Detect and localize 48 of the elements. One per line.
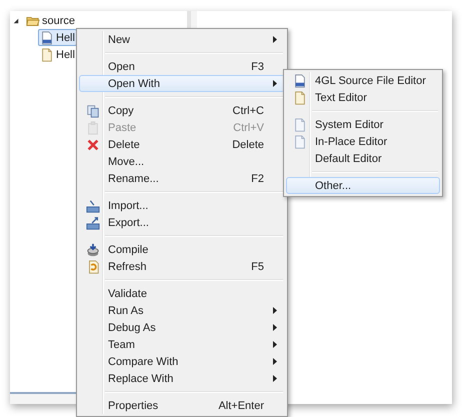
menu-item[interactable]: Delete Delete (79, 136, 285, 153)
menu-item[interactable]: System Editor (286, 116, 440, 133)
menu-item[interactable]: Replace With (79, 370, 285, 387)
file-icon (293, 134, 307, 148)
menu-item[interactable]: Properties Alt+Enter (79, 397, 285, 414)
menu-item[interactable]: Import... (79, 197, 285, 214)
menu-item[interactable]: Compile (79, 241, 285, 258)
file-icon (293, 118, 307, 132)
file-icon (293, 90, 307, 104)
menu-item[interactable]: Default Editor (286, 150, 440, 167)
export-icon (86, 216, 100, 230)
copy-icon (86, 104, 100, 118)
delete-icon (86, 138, 100, 152)
shortcut-text: Delete (232, 138, 265, 150)
clipboard-icon (86, 120, 100, 134)
menu-item[interactable]: Move... (79, 153, 285, 170)
menu-item[interactable]: Compare With (79, 353, 285, 370)
menu-item[interactable]: Open F3 (79, 58, 285, 75)
menu-item[interactable]: Debug As (79, 319, 285, 336)
expanded-arrow-icon[interactable] (13, 18, 19, 24)
menu-item[interactable]: Run As (79, 302, 285, 319)
shortcut-text: F3 (251, 60, 265, 72)
refresh-icon (86, 260, 100, 274)
shortcut-text: Ctrl+C (232, 104, 265, 116)
menu-item[interactable]: Text Editor (286, 89, 440, 106)
menu-item[interactable]: Open With (79, 75, 285, 92)
menu-item[interactable]: Export... (79, 214, 285, 231)
file-icon (293, 74, 307, 88)
import-icon (86, 198, 100, 212)
stack-icon (86, 242, 100, 256)
menu-item[interactable]: 4GL Source File Editor (286, 72, 440, 89)
shortcut-text: Ctrl+V (233, 122, 265, 134)
menu-item[interactable]: Validate (79, 285, 285, 302)
tree-item[interactable]: source (24, 12, 78, 29)
file-icon (40, 30, 54, 44)
menu-item[interactable]: Copy Ctrl+C (79, 102, 285, 119)
shortcut-text: Alt+Enter (218, 400, 265, 412)
menu-item[interactable]: Team (79, 336, 285, 353)
menu-item[interactable]: Refresh F5 (79, 258, 285, 275)
tree-item[interactable]: Hell (38, 29, 77, 46)
shortcut-text: F5 (251, 260, 265, 272)
file-icon (40, 48, 54, 62)
menu-item[interactable]: Other... (286, 177, 440, 194)
menu-item[interactable]: New (79, 31, 285, 48)
menu-item[interactable]: In-Place Editor (286, 133, 440, 150)
menu-item[interactable]: Rename... F2 (79, 170, 285, 187)
shortcut-text: F2 (251, 172, 265, 184)
tree-item[interactable]: Hell (38, 46, 77, 63)
